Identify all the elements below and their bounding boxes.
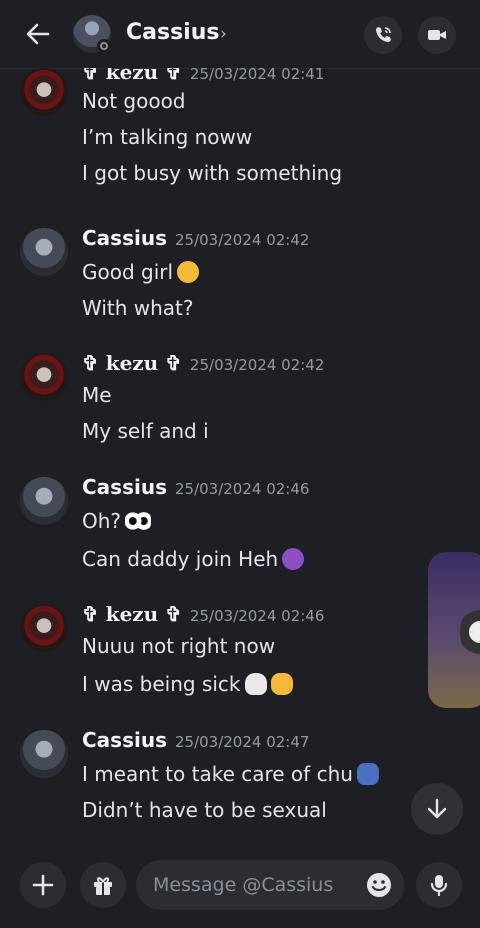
user-avatar[interactable] xyxy=(20,353,68,401)
message-author[interactable]: Cassius 25/03/2024 02:46 xyxy=(82,475,309,499)
message-text: Oh? xyxy=(82,509,152,533)
message-text: Not goood xyxy=(82,89,186,113)
person-shrugging-emoji xyxy=(356,763,379,785)
message-author[interactable]: ✞ kezu ✞ 25/03/2024 02:42 xyxy=(82,351,324,375)
user-avatar[interactable] xyxy=(20,477,68,525)
message-list[interactable]: ✞ kezu ✞ 25/03/2024 02:41 Not goood I’m t… xyxy=(0,68,480,848)
message-timestamp: 25/03/2024 02:46 xyxy=(174,480,310,498)
chat-header: Cassius › xyxy=(0,0,480,69)
message-text: With what? xyxy=(82,296,194,320)
user-avatar[interactable] xyxy=(20,730,68,778)
gift-icon xyxy=(94,877,112,895)
arrow-down-icon xyxy=(427,798,447,819)
voice-message-button[interactable] xyxy=(416,862,462,908)
message-text: Me xyxy=(82,383,112,407)
message-text: Can daddy join Heh xyxy=(82,547,305,571)
message-text: Nuuu not right now xyxy=(82,634,276,658)
chevron-right-icon[interactable]: › xyxy=(220,24,227,44)
video-call-button[interactable] xyxy=(418,16,456,54)
status-indicator xyxy=(97,39,111,53)
message-timestamp: 25/03/2024 02:42 xyxy=(189,356,325,374)
skull-emoji xyxy=(244,673,267,695)
user-avatar[interactable] xyxy=(20,228,68,276)
gift-button[interactable] xyxy=(80,862,126,908)
message-input[interactable]: Message @Cassius xyxy=(136,860,404,910)
message-timestamp: 25/03/2024 02:42 xyxy=(174,231,310,249)
message-text: I meant to take care of chu xyxy=(82,762,379,786)
message-author[interactable]: ✞ kezu ✞ 25/03/2024 02:41 xyxy=(82,68,324,84)
message-author[interactable]: Cassius 25/03/2024 02:42 xyxy=(82,226,309,250)
voice-call-icon xyxy=(376,27,391,42)
back-arrow-icon[interactable] xyxy=(24,20,52,48)
jump-to-latest-button[interactable] xyxy=(411,783,463,835)
voice-call-button[interactable] xyxy=(364,16,402,54)
message-composer: Message @Cassius xyxy=(0,850,480,928)
eyes-emoji xyxy=(125,510,152,532)
clapping-hands-emoji xyxy=(270,673,293,695)
message-author[interactable]: ✞ kezu ✞ 25/03/2024 02:46 xyxy=(82,602,324,626)
contact-name[interactable]: Cassius xyxy=(126,20,219,45)
message-text: Didn’t have to be sexual xyxy=(82,798,327,822)
smiling-devil-emoji xyxy=(282,548,305,570)
floating-media-preview[interactable] xyxy=(428,552,480,708)
video-call-icon xyxy=(428,30,446,40)
message-text: I got busy with something xyxy=(82,161,343,185)
message-text: I’m talking noww xyxy=(82,125,253,149)
message-text: Good girl xyxy=(82,260,200,284)
message-text: My self and i xyxy=(82,419,209,443)
message-timestamp: 25/03/2024 02:41 xyxy=(189,68,325,83)
microphone-icon xyxy=(430,875,448,897)
message-author[interactable]: Cassius 25/03/2024 02:47 xyxy=(82,728,309,752)
add-attachment-button[interactable] xyxy=(20,862,66,908)
message-input-placeholder: Message @Cassius xyxy=(153,874,334,896)
message-timestamp: 25/03/2024 02:46 xyxy=(189,607,325,625)
user-avatar[interactable] xyxy=(20,68,68,116)
kissing-face-emoji xyxy=(177,261,200,283)
message-text: I was being sick xyxy=(82,672,293,696)
add-icon xyxy=(32,874,54,896)
emoji-icon[interactable] xyxy=(366,872,392,898)
message-timestamp: 25/03/2024 02:47 xyxy=(174,733,310,751)
user-avatar[interactable] xyxy=(20,604,68,652)
